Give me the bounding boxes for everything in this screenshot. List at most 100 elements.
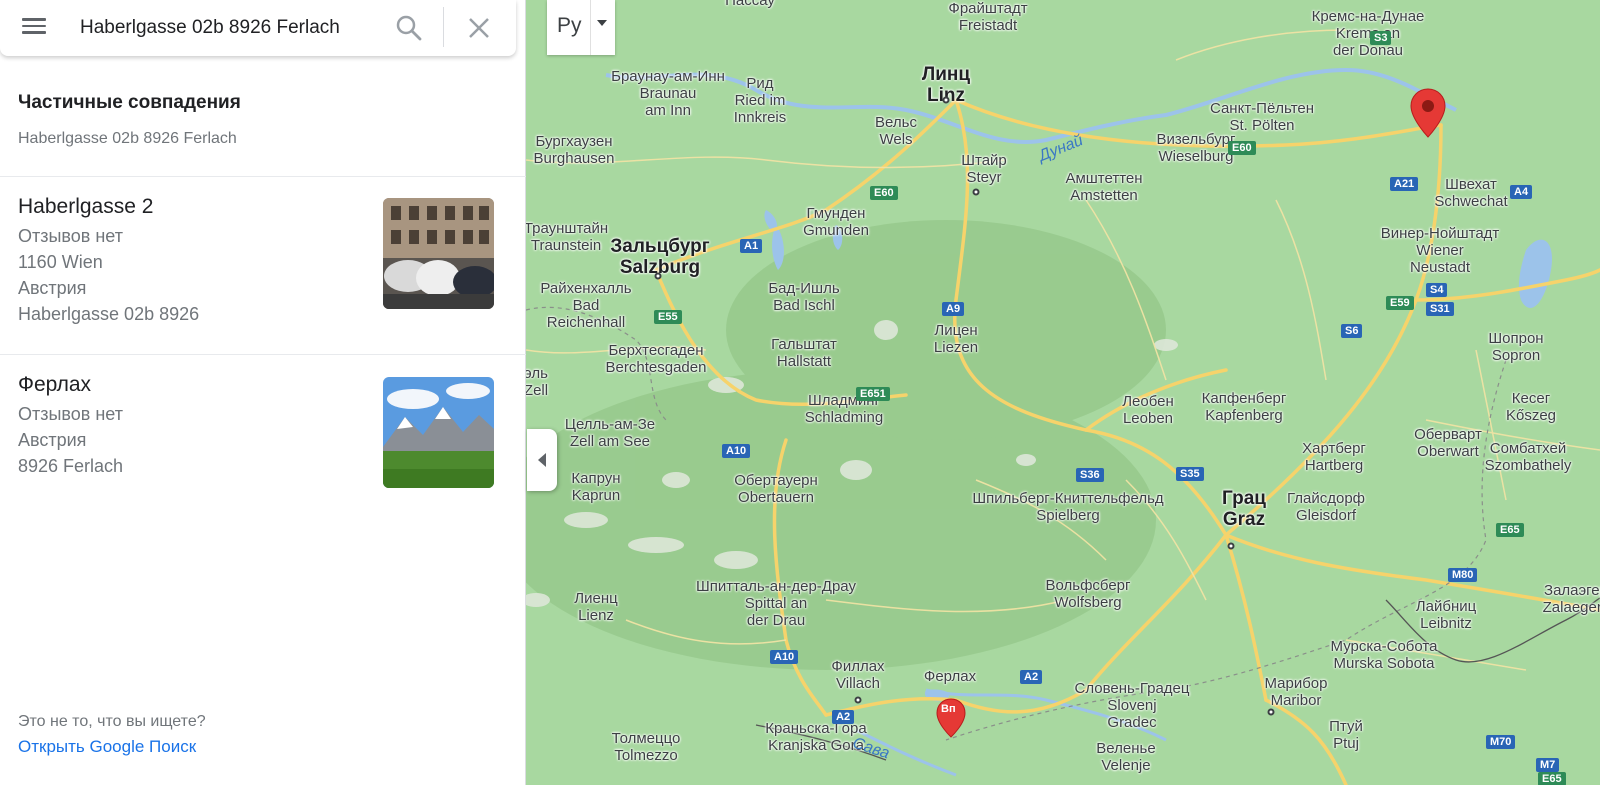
- place-label-gleisdorf[interactable]: Глайсдорф Gleisdorf: [1287, 490, 1365, 524]
- place-label-line: Берхтесгаден: [608, 342, 704, 359]
- place-label-velenje[interactable]: Веленье Velenje: [1096, 740, 1155, 774]
- place-label-ptuj[interactable]: Птуй Ptuj: [1329, 718, 1363, 752]
- place-label-line: Лиенц: [574, 590, 618, 607]
- place-label-ferlach[interactable]: Ферлах: [924, 668, 976, 685]
- place-label-koszeg[interactable]: Кесег Kőszeg: [1506, 390, 1556, 424]
- place-label-steyr[interactable]: Штайр Steyr: [961, 152, 1007, 186]
- place-label-freistadt[interactable]: Фрайштадт Freistadt: [948, 0, 1027, 34]
- place-label-kapfenberg[interactable]: Капфенберг Kapfenberg: [1202, 390, 1287, 424]
- place-label-line: Вельс: [875, 114, 917, 131]
- place-label-hartberg[interactable]: Хартберг Hartberg: [1302, 440, 1366, 474]
- place-label-maribor[interactable]: Марибор Maribor: [1264, 675, 1327, 709]
- place-label-zalaeg[interactable]: ЗалаэгерZalaegers: [1543, 582, 1600, 616]
- result-title: Haberlgasse 2: [18, 195, 154, 218]
- place-label-line: Толмеццо: [611, 730, 681, 747]
- place-label-szombathely[interactable]: Сомбатхей Szombathely: [1485, 440, 1572, 474]
- place-label-stpoelten[interactable]: Санкт-Пёльтен St. Pölten: [1210, 100, 1314, 134]
- place-label-line: Steyr: [966, 169, 1002, 186]
- place-label-line: Gleisdorf: [1295, 507, 1357, 524]
- place-label-slovenjgradec[interactable]: Словень-Градец Slovenj Gradec: [1075, 680, 1190, 731]
- place-label-braunau[interactable]: Браунау-ам-Инн Braunau am Inn: [611, 68, 725, 119]
- result-photo-mountains[interactable]: [383, 377, 494, 488]
- road-shield-s3: S3: [1370, 31, 1392, 45]
- place-label-line: Залаэгер: [1544, 582, 1600, 599]
- place-label-lienz[interactable]: Лиенц Lienz: [574, 590, 617, 624]
- place-label-graz[interactable]: Грац Graz: [1222, 488, 1266, 530]
- place-label-line: der Donau: [1332, 42, 1404, 59]
- place-label-msobota[interactable]: Мурска-Собота Murska Sobota: [1331, 638, 1438, 672]
- place-label-berchtesgaden[interactable]: Берхтесгаден Berchtesgaden: [606, 342, 707, 376]
- map-canvas[interactable]: Фрайштадт Freistadt Кремс-на-Дунае Krems an…: [526, 0, 1600, 785]
- result-item-ferlach[interactable]: Ферлах Отзывов нет Австрия 8926 Ferlach: [0, 355, 526, 525]
- place-label-line: Шопрон: [1488, 330, 1544, 347]
- place-label-line: Винер-Нойштадт: [1380, 225, 1500, 242]
- place-label-line: Wels: [879, 131, 913, 148]
- place-label-line: Wolfsberg: [1054, 594, 1122, 611]
- place-label-gmunden[interactable]: Гмунден Gmunden: [803, 205, 869, 239]
- result-country: Австрия: [18, 430, 87, 450]
- place-label-line: Грац: [1222, 488, 1266, 509]
- place-label-line: Maribor: [1270, 692, 1322, 709]
- search-icon[interactable]: [393, 12, 425, 44]
- place-label-line: Кремс-на-Дунае: [1311, 8, 1425, 25]
- place-label-traunstein[interactable]: Траунштайн Traunstein: [526, 220, 608, 254]
- road-shield-e65b: E65: [1538, 772, 1566, 785]
- place-label-wrneustadt[interactable]: Винер-Нойштадт Wiener Neustadt: [1381, 225, 1500, 276]
- place-label-edge_l[interactable]: эль Zell: [526, 365, 548, 399]
- ferlach-pin-icon[interactable]: Вп: [936, 698, 966, 743]
- place-label-line: Птуй: [1329, 718, 1363, 735]
- place-label-line: Oberwart: [1417, 443, 1479, 460]
- result-reviews: Отзывов нет: [18, 404, 123, 424]
- road-shield-s36: S36: [1076, 468, 1104, 482]
- google-search-link[interactable]: Открыть Google Поиск: [18, 737, 196, 757]
- map-layer-button[interactable]: Ру: [547, 0, 615, 55]
- place-label-badischl[interactable]: Бад-Ишль Bad Ischl: [768, 280, 839, 314]
- road-shield-s6: S6: [1341, 324, 1363, 338]
- place-label-tolmezzo[interactable]: Толмеццо Tolmezzo: [612, 730, 681, 764]
- place-label-liezen[interactable]: Лицен Liezen: [934, 322, 978, 356]
- place-label-wolfsberg[interactable]: Вольфсберг Wolfsberg: [1045, 577, 1130, 611]
- place-label-leibnitz[interactable]: Лайбниц Leibnitz: [1416, 598, 1476, 632]
- place-label-amstetten[interactable]: Амштеттен Amstetten: [1065, 170, 1142, 204]
- search-input[interactable]: [80, 10, 380, 46]
- result-item-haberlgasse[interactable]: Haberlgasse 2 Отзывов нет 1160 Wien Авст…: [0, 177, 526, 355]
- place-label-spielberg[interactable]: Шпильберг-Книттельфельд Spielberg: [972, 490, 1163, 524]
- place-label-line: Мурска-Собота: [1330, 638, 1438, 655]
- place-label-line: Капфенберг: [1201, 390, 1287, 407]
- close-icon[interactable]: [463, 12, 495, 44]
- place-label-burghausen[interactable]: Бургхаузен Burghausen: [534, 133, 615, 167]
- place-label-reichenhall[interactable]: Райхенхалль Bad Reichenhall: [540, 280, 631, 331]
- road-shield-a1: A1: [740, 239, 763, 253]
- place-label-leoben[interactable]: Леобен Leoben: [1122, 393, 1174, 427]
- place-label-sopron[interactable]: Шопрон Sopron: [1488, 330, 1543, 364]
- chevron-left-icon: [538, 453, 546, 467]
- place-label-line: Wiener: [1416, 242, 1464, 259]
- location-pin-icon[interactable]: [1410, 88, 1446, 143]
- place-label-wieselburg[interactable]: Визельбург Wieselburg: [1157, 131, 1236, 165]
- place-label-line: Hallstatt: [776, 353, 832, 370]
- place-label-krems[interactable]: Кремс-на-Дунае Krems an der Donau: [1312, 8, 1425, 59]
- road-shield-a4: A4: [1510, 185, 1533, 199]
- place-label-wels[interactable]: Вельс Wels: [875, 114, 917, 148]
- place-label-line: Зальцбург: [610, 236, 710, 257]
- collapse-panel-button[interactable]: [527, 429, 557, 491]
- result-photo-street[interactable]: [383, 198, 494, 309]
- place-label-zellamsee[interactable]: Целль-ам-Зе Zell am See: [565, 416, 655, 450]
- place-label-obertauern[interactable]: Обертауерн Obertauern: [734, 472, 818, 506]
- place-label-line: Сомбатхей: [1489, 440, 1567, 457]
- place-label-line: Бад-Ишль: [768, 280, 840, 297]
- place-label-line: Kőszeg: [1505, 407, 1557, 424]
- place-label-hallstatt[interactable]: Гальштат Hallstatt: [771, 336, 837, 370]
- place-label-oberwart[interactable]: Оберварт Oberwart: [1414, 426, 1482, 460]
- caret-down-icon[interactable]: [597, 20, 607, 26]
- place-label-passau[interactable]: Пассау: [725, 0, 775, 9]
- place-label-spittal[interactable]: Шпитталь-ан-дер-Драу Spittal an der Drau: [696, 578, 856, 629]
- place-label-kaprun[interactable]: Капрун Kaprun: [571, 470, 620, 504]
- place-label-villach[interactable]: Филлах Villach: [831, 658, 884, 692]
- city-dot: [654, 272, 662, 280]
- road-shield-s4: S4: [1426, 283, 1448, 297]
- place-label-schwechat[interactable]: Швехат Schwechat: [1434, 176, 1507, 210]
- menu-icon[interactable]: [18, 14, 50, 42]
- place-label-ried[interactable]: Рид Ried im Innkreis: [734, 75, 787, 126]
- place-label-salzburg[interactable]: Зальцбург Salzburg: [610, 236, 709, 278]
